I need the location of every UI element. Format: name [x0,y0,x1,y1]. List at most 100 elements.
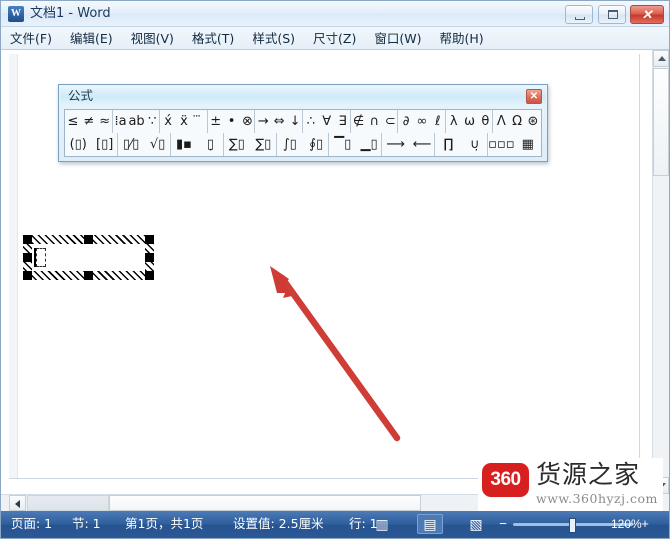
equation-button-fraction-radical-templates-1[interactable]: √▯ [144,133,170,156]
equation-group-overbar-underbar-templates: ▔▯ ▁▯ [329,133,383,156]
equation-button-subscript-superscript-templates-0[interactable]: ▮▪ [171,133,197,156]
resize-handle-w[interactable] [23,253,32,262]
equation-content-area[interactable] [32,244,145,271]
equation-button-logical-symbols-1[interactable]: ∀ [319,110,335,133]
equation-button-matrix-templates-0[interactable]: ▫▫▫ [488,133,514,156]
menu-view[interactable]: 视图(V) [122,27,183,50]
horizontal-scroll-track[interactable] [27,495,109,511]
equation-button-integral-templates-1[interactable]: ∮▯ [303,133,329,156]
zoom-out-button[interactable]: − [497,515,509,533]
status-section[interactable]: 节: 1 [72,515,101,533]
equation-button-embellishments-0[interactable]: x́ [160,110,176,133]
equation-button-logical-symbols-0[interactable]: ∴ [303,110,319,133]
maximize-button[interactable] [597,5,626,24]
equation-button-subscript-superscript-templates-1[interactable]: ▯̣ [197,133,223,156]
equation-button-product-set-templates-1[interactable]: ∪̣ [462,133,488,156]
menu-format[interactable]: 格式(T) [183,27,243,50]
equation-button-operator-symbols-2[interactable]: ⊗ [240,110,256,133]
equation-button-fence-templates-0[interactable]: (▯) [65,133,91,156]
menu-size[interactable]: 尺寸(Z) [304,27,365,50]
equation-button-set-theory-symbols-2[interactable]: ⊂ [382,110,398,133]
equation-button-greek-uppercase-1[interactable]: Ω [509,110,525,133]
equation-button-set-theory-symbols-0[interactable]: ∉ [351,110,367,133]
zoom-slider-thumb[interactable] [569,518,576,533]
status-setting[interactable]: 设置值: 2.5厘米 [233,515,324,533]
vertical-scrollbar[interactable] [652,50,669,494]
close-icon: ✕ [641,7,653,22]
equation-palette-titlebar[interactable]: 公式 ✕ [60,86,546,106]
view-read-mode-button[interactable]: ▥ [369,514,395,534]
zoom-level-value[interactable]: 120% [611,515,642,533]
equation-button-matrix-templates-1[interactable]: ▦ [515,133,541,156]
resize-handle-nw[interactable] [23,235,32,244]
equation-button-fence-templates-1[interactable]: [▯] [91,133,117,156]
resize-handle-s[interactable] [84,271,93,280]
vertical-scroll-thumb[interactable] [653,68,669,176]
status-page[interactable]: 页面: 1 [11,515,52,533]
equation-button-spaces-and-ellipses-1[interactable]: ab [128,110,144,133]
equation-button-product-set-templates-0[interactable]: ∏̣ [435,133,461,156]
equation-button-fraction-radical-templates-0[interactable]: ▯⁄▯ [118,133,144,156]
equation-button-arrow-symbols-0[interactable]: → [255,110,271,133]
equation-button-operator-symbols-1[interactable]: • [224,110,240,133]
scroll-left-arrow-icon [15,500,20,508]
equation-button-greek-uppercase-0[interactable]: Λ [493,110,509,133]
equation-button-greek-lowercase-0[interactable]: λ [446,110,462,133]
equation-button-relational-symbols-0[interactable]: ≤ [65,110,81,133]
equation-button-relational-symbols-2[interactable]: ≈ [97,110,113,133]
equation-palette-window[interactable]: 公式 ✕ ≤≠≈⁞aab∵x́ẍ⃛±•⊗→⇔↓∴∀∃∉∩⊂∂∞ℓλωθΛΩ⊛ (… [58,84,548,162]
equation-button-arrow-symbols-1[interactable]: ⇔ [271,110,287,133]
equation-button-greek-lowercase-2[interactable]: θ [477,110,493,133]
menu-file[interactable]: 文件(F) [1,27,61,50]
selected-equation-object[interactable] [23,235,154,280]
menu-edit[interactable]: 编辑(E) [61,27,122,50]
resize-handle-n[interactable] [84,235,93,244]
equation-palette-row-1: ≤≠≈⁞aab∵x́ẍ⃛±•⊗→⇔↓∴∀∃∉∩⊂∂∞ℓλωθΛΩ⊛ [65,110,541,133]
horizontal-scroll-thumb[interactable] [109,495,421,511]
resize-handle-se[interactable] [145,271,154,280]
equation-button-operator-symbols-0[interactable]: ± [208,110,224,133]
resize-handle-sw[interactable] [23,271,32,280]
equation-button-set-theory-symbols-1[interactable]: ∩ [366,110,382,133]
equation-button-embellishments-1[interactable]: ẍ [176,110,192,133]
watermark-brand: 货源之家 [536,460,641,489]
equation-button-summation-templates-1[interactable]: ∑▯ [250,133,276,156]
equation-group-labeled-arrow-templates: ⟶ ⟵ [382,133,436,156]
menu-window[interactable]: 窗口(W) [365,27,430,50]
word-icon: W [8,6,24,22]
scroll-left-button[interactable] [9,495,26,511]
equation-button-integral-templates-0[interactable]: ∫▯ [277,133,303,156]
status-page-of[interactable]: 第1页，共1页 [125,515,203,533]
equation-button-greek-uppercase-2[interactable]: ⊛ [525,110,541,133]
equation-button-embellishments-2[interactable]: ⃛ [192,110,208,133]
equation-palette-close-button[interactable]: ✕ [526,89,542,104]
equation-button-spaces-and-ellipses-0[interactable]: ⁞a [113,110,129,133]
menu-style[interactable]: 样式(S) [243,27,304,50]
equation-button-greek-lowercase-1[interactable]: ω [462,110,478,133]
resize-handle-ne[interactable] [145,235,154,244]
equation-button-overbar-underbar-templates-0[interactable]: ▔▯ [329,133,355,156]
menubar: 文件(F) 编辑(E) 视图(V) 格式(T) 样式(S) 尺寸(Z) 窗口(W) 帮助(H) [1,27,669,50]
equation-group-fence-templates: (▯) [▯] [65,133,118,156]
equation-button-summation-templates-0[interactable]: ∑▯ [224,133,250,156]
equation-button-labeled-arrow-templates-1[interactable]: ⟵ [409,133,435,156]
minimize-button[interactable] [565,5,594,24]
equation-button-logical-symbols-2[interactable]: ∃ [335,110,351,133]
equation-group-greek-lowercase: λωθ [446,110,494,133]
equation-group-operator-symbols: ± • ⊗ [208,110,256,133]
view-print-layout-button[interactable]: ▤ [417,514,443,534]
equation-button-relational-symbols-1[interactable]: ≠ [81,110,97,133]
equation-button-miscellaneous-symbols-0[interactable]: ∂ [398,110,414,133]
close-button[interactable]: ✕ [630,5,664,24]
equation-button-miscellaneous-symbols-1[interactable]: ∞ [414,110,430,133]
equation-button-spaces-and-ellipses-2[interactable]: ∵ [144,110,160,133]
scroll-up-button[interactable] [653,50,669,67]
equation-button-arrow-symbols-2[interactable]: ↓ [287,110,303,133]
equation-button-labeled-arrow-templates-0[interactable]: ⟶ [382,133,408,156]
resize-handle-e[interactable] [145,253,154,262]
maximize-icon [607,10,618,19]
menu-help[interactable]: 帮助(H) [430,27,492,50]
equation-button-miscellaneous-symbols-2[interactable]: ℓ [430,110,446,133]
equation-button-overbar-underbar-templates-1[interactable]: ▁▯ [356,133,382,156]
view-web-layout-button[interactable]: ▧ [463,514,489,534]
